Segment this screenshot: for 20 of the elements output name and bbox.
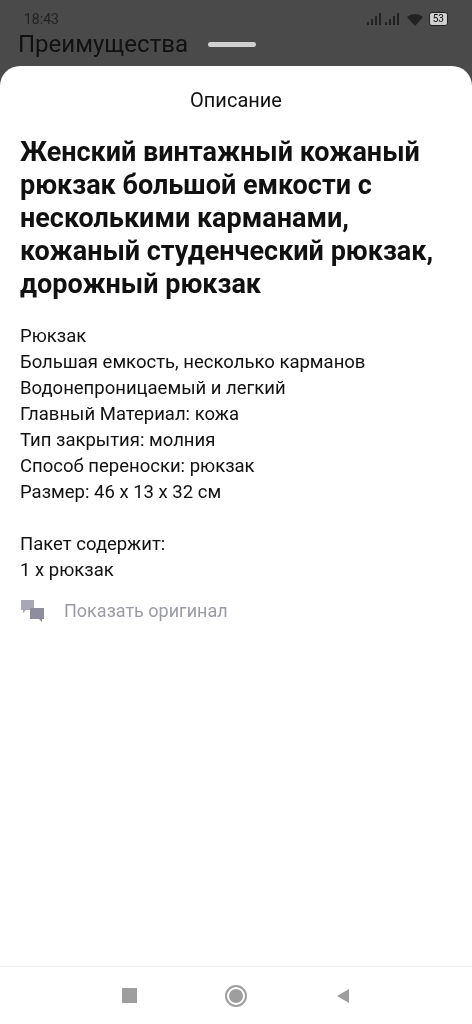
recent-apps-button[interactable] xyxy=(121,988,137,1003)
feature-line: Рюкзак xyxy=(20,324,88,349)
wifi-icon xyxy=(406,12,423,26)
feature-line: Главный Материал: кожа xyxy=(20,402,241,427)
package-line: 1 x рюкзак xyxy=(20,558,115,583)
page-title: Преимущества xyxy=(18,30,188,58)
package-line: Пакет содержит: xyxy=(20,532,167,557)
feature-line: Тип закрытия: молния xyxy=(20,428,217,453)
battery-indicator: 53 xyxy=(428,12,448,26)
signal-icon xyxy=(366,13,401,25)
home-button[interactable] xyxy=(224,984,247,1007)
feature-line: Размер: 46 x 13 x 32 см xyxy=(20,480,223,505)
feature-line: Способ переноски: рюкзак xyxy=(20,454,256,479)
product-title: Женский винтажный кожаный рюкзак большой емкости с несколькими карманами, кожаный студенческий рюкзак, дорожный рюкзак xyxy=(19,135,435,301)
translate-icon xyxy=(20,597,46,624)
feature-line: Водонепроницаемый и легкий xyxy=(20,376,287,401)
feature-line: Большая емкость, несколько карманов xyxy=(20,350,367,375)
show-original-link[interactable]: Показать оригинал xyxy=(20,597,228,624)
drag-handle[interactable] xyxy=(207,41,256,47)
sheet-title: Описание xyxy=(189,87,283,112)
